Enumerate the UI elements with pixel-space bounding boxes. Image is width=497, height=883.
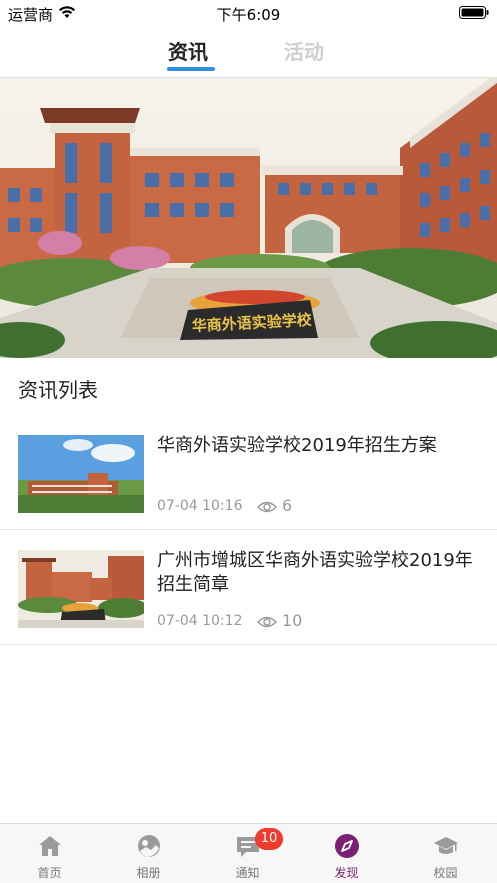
news-date: 07-04 10:16 [157,498,243,514]
album-icon [138,835,160,857]
news-title: 广州市增城区华商外语实验学校2019年招生简章 [157,550,473,595]
tabbar-label: 校园 [433,866,458,880]
notification-badge: 10 [255,828,283,850]
view-count: 6 [282,496,293,515]
section-title: 资讯列表 [18,378,98,402]
school-campus-illustration: 华商外语实验学校 [0,78,497,358]
tabbar-item-home[interactable]: 首页 [0,824,99,883]
tab-activity[interactable]: 活动 [284,36,324,65]
tabbar-item-notice[interactable]: 10 通知 [198,824,297,883]
clock: 下午6:09 [216,6,281,24]
tab-news[interactable]: 资讯 [168,36,208,65]
battery-icon [459,6,489,19]
eye-icon [257,616,277,628]
tabbar-item-discover[interactable]: 发现 [297,824,396,883]
bottom-tab-bar: 首页 相册 10 通知 发现 校园 [0,823,497,883]
tabbar-label: 通知 [235,866,260,880]
home-icon [39,836,61,856]
news-thumbnail [18,550,144,628]
graduation-cap-icon [434,837,458,854]
view-count: 10 [282,611,303,630]
tab-indicator [167,67,215,71]
banner-image[interactable]: 华商外语实验学校 [0,78,497,358]
tabbar-label: 首页 [37,866,62,880]
news-list-item[interactable]: 华商外语实验学校2019年招生方案 07-04 10:16 6 [0,416,497,530]
news-title: 华商外语实验学校2019年招生方案 [157,435,437,456]
top-tabs: 资讯 活动 [0,26,497,78]
eye-icon [257,501,277,513]
tabbar-label: 发现 [334,866,359,880]
tabbar-label: 相册 [136,866,161,880]
tabbar-item-album[interactable]: 相册 [99,824,198,883]
news-thumbnail [18,435,144,513]
status-bar: 运营商 下午6:09 [0,0,497,26]
compass-icon [335,834,359,858]
tabbar-item-campus[interactable]: 校园 [396,824,495,883]
news-date: 07-04 10:12 [157,613,243,629]
news-list-item[interactable]: 广州市增城区华商外语实验学校2019年招生简章 07-04 10:12 10 [0,531,497,645]
